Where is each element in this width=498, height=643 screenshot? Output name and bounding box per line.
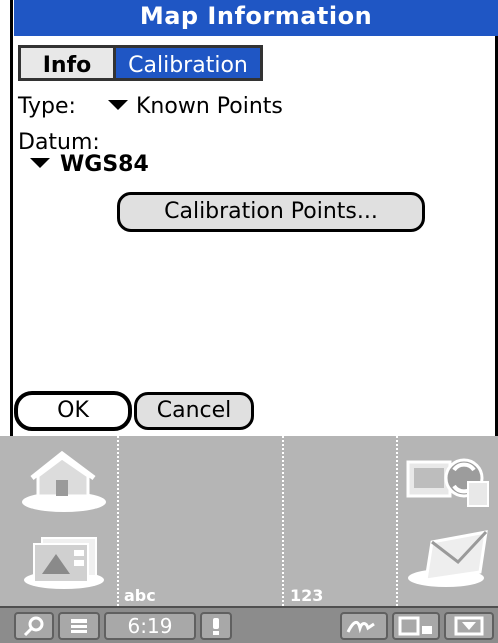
silkscreen-divider bbox=[117, 436, 119, 606]
type-select-value: Known Points bbox=[136, 94, 283, 119]
ok-button[interactable]: OK bbox=[14, 391, 132, 431]
screen-icon[interactable] bbox=[392, 612, 440, 640]
alert-icon[interactable] bbox=[200, 612, 232, 640]
dropdown-triangle-icon bbox=[30, 158, 50, 168]
status-bar: 6:19 bbox=[0, 606, 498, 643]
cancel-button[interactable]: Cancel bbox=[134, 392, 254, 430]
menu-icon[interactable] bbox=[58, 612, 100, 640]
find-icon[interactable] bbox=[14, 612, 54, 640]
clock[interactable]: 6:19 bbox=[104, 612, 196, 640]
type-select[interactable]: Known Points bbox=[108, 94, 283, 119]
hide-icon[interactable] bbox=[444, 612, 494, 640]
silkscreen-divider bbox=[282, 436, 284, 606]
applications-icon[interactable] bbox=[18, 524, 110, 590]
graffiti-abc-label: abc bbox=[124, 586, 156, 605]
dropdown-triangle-icon bbox=[108, 100, 128, 110]
tab-calibration[interactable]: Calibration bbox=[116, 45, 263, 81]
home-icon[interactable] bbox=[18, 448, 110, 514]
type-label: Type: bbox=[18, 94, 76, 119]
datum-select-value: WGS84 bbox=[60, 152, 149, 177]
window-title: Map Information bbox=[139, 2, 373, 30]
frame-left-border bbox=[10, 0, 13, 436]
palm-screen: Map Information Info Calibration Type: K… bbox=[0, 0, 498, 643]
graffiti-icon[interactable] bbox=[340, 612, 388, 640]
title-bar: Map Information bbox=[14, 0, 498, 36]
tab-info[interactable]: Info bbox=[18, 45, 116, 81]
mail-icon[interactable] bbox=[402, 524, 494, 590]
datum-select[interactable]: WGS84 bbox=[30, 152, 149, 177]
calibration-points-button[interactable]: Calibration Points... bbox=[117, 192, 425, 232]
hotsync-icon[interactable] bbox=[402, 448, 494, 514]
silkscreen-area: abc 123 bbox=[0, 436, 498, 606]
graffiti-123-label: 123 bbox=[290, 586, 324, 605]
silkscreen-divider bbox=[396, 436, 398, 606]
